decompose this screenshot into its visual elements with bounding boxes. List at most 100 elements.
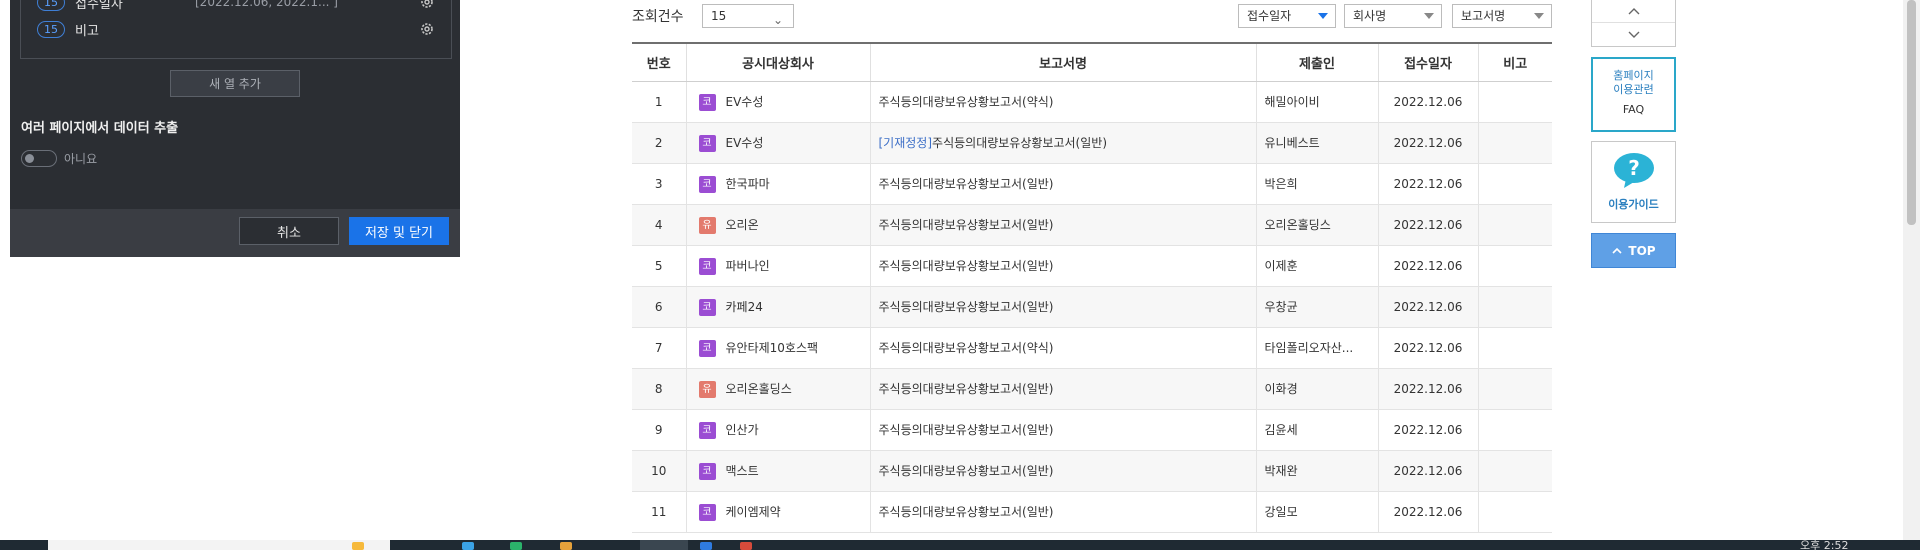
- report-link[interactable]: 주식등의대량보유상황보고서(일반): [879, 177, 1054, 191]
- top-button[interactable]: TOP: [1591, 233, 1676, 268]
- submitter-cell: 박은희: [1256, 163, 1379, 205]
- report-cell[interactable]: 주식등의대량보유상황보고서(일반): [870, 163, 1257, 205]
- scroll-up-button[interactable]: [1592, 0, 1675, 23]
- market-badge: 코: [698, 257, 716, 275]
- report-link[interactable]: 주식등의대량보유상황보고서(일반): [879, 505, 1054, 519]
- company-cell[interactable]: 코 한국파마: [686, 163, 871, 205]
- company-cell[interactable]: 코 EV수성: [686, 81, 871, 123]
- add-column-button[interactable]: 새 열 추가: [170, 70, 300, 97]
- report-link[interactable]: 주식등의대량보유상황보고서(일반): [879, 423, 1054, 437]
- taskbar-app-icon[interactable]: [510, 542, 522, 550]
- taskbar-app-icon[interactable]: [560, 542, 572, 550]
- report-link[interactable]: 주식등의대량보유상황보고서(일반): [879, 464, 1054, 478]
- faq-link[interactable]: 홈페이지 이용관련 FAQ: [1591, 57, 1676, 132]
- taskbar-app-icon[interactable]: [462, 542, 474, 550]
- row-number: 4: [632, 204, 687, 246]
- table-row[interactable]: 2 코 EV수성 [기재정정]주식등의대량보유상황보고서(일반) 유니베스트 2022.1…: [632, 122, 1552, 164]
- company-cell[interactable]: 코 유안타제10호스팩: [686, 327, 871, 369]
- note-cell: [1478, 368, 1552, 410]
- note-cell: [1478, 409, 1552, 451]
- column-row-note[interactable]: 15 비고: [37, 18, 435, 40]
- company-cell[interactable]: 코 EV수성: [686, 122, 871, 164]
- company-link[interactable]: 오리온홀딩스: [726, 382, 792, 396]
- svg-text:?: ?: [1628, 156, 1640, 180]
- multi-page-toggle[interactable]: [21, 150, 57, 167]
- report-link[interactable]: 주식등의대량보유상황보고서(일반): [879, 300, 1054, 314]
- user-guide-link[interactable]: ? 이용가이드: [1591, 141, 1676, 223]
- company-cell[interactable]: 코 인산가: [686, 409, 871, 451]
- date-cell: 2022.12.06: [1378, 491, 1479, 533]
- report-cell[interactable]: 주식등의대량보유상황보고서(일반): [870, 491, 1257, 533]
- report-cell[interactable]: 주식등의대량보유상황보고서(일반): [870, 245, 1257, 287]
- table-row[interactable]: 3 코 한국파마 주식등의대량보유상황보고서(일반) 박은희 2022.12.06: [632, 163, 1552, 205]
- company-link[interactable]: 맥스트: [726, 464, 759, 478]
- cancel-button[interactable]: 취소: [239, 217, 339, 245]
- report-prefix[interactable]: [기재정정]: [879, 136, 933, 150]
- faq-line3: FAQ: [1622, 103, 1645, 116]
- table-row[interactable]: 10 코 맥스트 주식등의대량보유상황보고서(일반) 박재완 2022.12.06: [632, 450, 1552, 492]
- taskbar-search[interactable]: [48, 540, 390, 550]
- taskbar-app-icon[interactable]: [700, 542, 712, 550]
- report-link[interactable]: 주식등의대량보유상황보고서(일반): [932, 136, 1107, 150]
- report-cell[interactable]: [기재정정]주식등의대량보유상황보고서(일반): [870, 122, 1257, 164]
- report-link[interactable]: 주식등의대량보유상황보고서(일반): [879, 259, 1054, 273]
- sort-date-select[interactable]: 접수일자: [1238, 4, 1336, 28]
- report-link[interactable]: 주식등의대량보유상황보고서(약식): [879, 95, 1054, 109]
- company-link[interactable]: EV수성: [726, 136, 764, 150]
- row-number: 1: [632, 81, 687, 123]
- report-link[interactable]: 주식등의대량보유상황보고서(약식): [879, 341, 1054, 355]
- report-link[interactable]: 주식등의대량보유상황보고서(일반): [879, 218, 1054, 232]
- report-cell[interactable]: 주식등의대량보유상황보고서(일반): [870, 409, 1257, 451]
- table-row[interactable]: 5 코 파버나인 주식등의대량보유상황보고서(일반) 이제훈 2022.12.06: [632, 245, 1552, 287]
- company-cell[interactable]: 코 맥스트: [686, 450, 871, 492]
- company-link[interactable]: 한국파마: [726, 177, 770, 191]
- company-cell[interactable]: 코 케이엠제약: [686, 491, 871, 533]
- gear-icon[interactable]: [419, 21, 435, 37]
- multi-page-extract-title: 여러 페이지에서 데이터 추출: [21, 121, 179, 136]
- count-select[interactable]: 15 ⌄: [702, 4, 794, 28]
- table-row[interactable]: 8 유 오리온홀딩스 주식등의대량보유상황보고서(일반) 이화경 2022.12.06: [632, 368, 1552, 410]
- taskbar-app-icon[interactable]: [352, 542, 364, 550]
- sort-company-select[interactable]: 회사명: [1344, 4, 1442, 28]
- submitter-cell: 김윤세: [1256, 409, 1379, 451]
- company-link[interactable]: 오리온: [726, 218, 759, 232]
- table-row[interactable]: 7 코 유안타제10호스팩 주식등의대량보유상황보고서(약식) 타임폴리오자산... 20…: [632, 327, 1552, 369]
- table-row[interactable]: 9 코 인산가 주식등의대량보유상황보고서(일반) 김윤세 2022.12.06: [632, 409, 1552, 451]
- table-row[interactable]: 11 코 케이엠제약 주식등의대량보유상황보고서(일반) 강일모 2022.12.06: [632, 491, 1552, 533]
- sort-arrow-icon: [1424, 13, 1434, 19]
- save-and-close-button[interactable]: 저장 및 닫기: [349, 217, 449, 245]
- company-link[interactable]: EV수성: [726, 95, 764, 109]
- report-cell[interactable]: 주식등의대량보유상황보고서(약식): [870, 327, 1257, 369]
- company-cell[interactable]: 유 오리온: [686, 204, 871, 246]
- table-row[interactable]: 6 코 카페24 주식등의대량보유상황보고서(일반) 우창균 2022.12.06: [632, 286, 1552, 328]
- scroll-down-button[interactable]: [1592, 23, 1675, 46]
- company-link[interactable]: 케이엠제약: [726, 505, 781, 519]
- column-row-date[interactable]: 15 접수일자 [2022.12.06, 2022.1... ]: [37, 0, 435, 13]
- taskbar-app-icon[interactable]: [740, 542, 752, 550]
- header-submitter: 제출인: [1256, 42, 1379, 82]
- report-cell[interactable]: 주식등의대량보유상황보고서(일반): [870, 286, 1257, 328]
- submitter-cell: 이화경: [1256, 368, 1379, 410]
- report-cell[interactable]: 주식등의대량보유상황보고서(일반): [870, 204, 1257, 246]
- table-row[interactable]: 1 코 EV수성 주식등의대량보유상황보고서(약식) 해밀아이비 2022.12.06: [632, 81, 1552, 123]
- sort-report-select[interactable]: 보고서명: [1452, 4, 1552, 28]
- scrollbar-thumb[interactable]: [1907, 0, 1916, 225]
- report-cell[interactable]: 주식등의대량보유상황보고서(일반): [870, 368, 1257, 410]
- page-scrollbar[interactable]: [1903, 0, 1920, 540]
- table-row[interactable]: 4 유 오리온 주식등의대량보유상황보고서(일반) 오리온홀딩스 2022.12.06: [632, 204, 1552, 246]
- company-link[interactable]: 파버나인: [726, 259, 770, 273]
- row-number: 2: [632, 122, 687, 164]
- company-link[interactable]: 카페24: [726, 300, 763, 314]
- taskbar-active-app[interactable]: [640, 540, 688, 550]
- gear-icon[interactable]: [419, 0, 435, 10]
- report-link[interactable]: 주식등의대량보유상황보고서(일반): [879, 382, 1054, 396]
- company-cell[interactable]: 유 오리온홀딩스: [686, 368, 871, 410]
- company-cell[interactable]: 코 카페24: [686, 286, 871, 328]
- market-badge: 코: [698, 298, 716, 316]
- report-cell[interactable]: 주식등의대량보유상황보고서(약식): [870, 81, 1257, 123]
- column-settings-panel: 15 접수일자 [2022.12.06, 2022.1... ] 15 비고 새…: [10, 0, 460, 257]
- company-link[interactable]: 유안타제10호스팩: [726, 341, 819, 355]
- report-cell[interactable]: 주식등의대량보유상황보고서(일반): [870, 450, 1257, 492]
- company-cell[interactable]: 코 파버나인: [686, 245, 871, 287]
- company-link[interactable]: 인산가: [726, 423, 759, 437]
